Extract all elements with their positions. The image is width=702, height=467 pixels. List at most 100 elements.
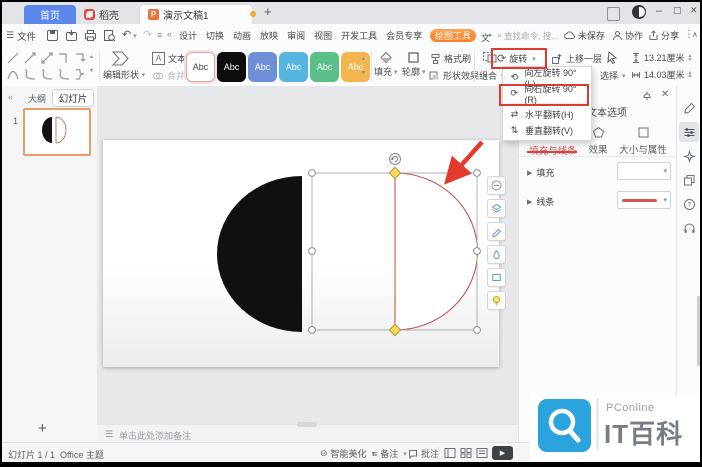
collapse-ribbon-icon[interactable]: ∧ xyxy=(692,30,698,39)
tab-home[interactable]: 首页 xyxy=(24,5,76,24)
tab-slideshow[interactable]: 放映 xyxy=(260,29,278,42)
print-preview-icon[interactable] xyxy=(103,29,116,42)
tab-slides[interactable]: 幻灯片 xyxy=(52,89,94,107)
print-icon[interactable] xyxy=(84,29,97,42)
save-status[interactable]: 未保存 xyxy=(563,28,605,43)
shape-gallery[interactable] xyxy=(5,50,89,88)
collapse-float-button[interactable] xyxy=(487,176,506,195)
slide-thumbnail[interactable] xyxy=(23,108,91,156)
height-field[interactable]: 13.21厘米 ▲▼ xyxy=(631,51,692,64)
file-menu[interactable]: ☰ 文件 xyxy=(6,28,36,43)
notes-bar[interactable]: ☰ 单击此处添加备注 xyxy=(97,424,518,443)
export-icon[interactable] xyxy=(65,29,78,42)
fill-section-header[interactable]: ▶ 填充 xyxy=(527,166,554,179)
pane-selection-button[interactable] xyxy=(679,170,699,190)
edit-shape-button[interactable]: 编辑形状▾ xyxy=(103,50,139,81)
collapse-tabs-icon[interactable]: « xyxy=(167,29,172,39)
save-icon[interactable] xyxy=(46,29,59,42)
collapse-panel-icon[interactable]: « xyxy=(8,92,13,102)
search-input[interactable]: ⌕ 查找命令, 搜... xyxy=(497,28,559,43)
close-button[interactable]: ✕ xyxy=(690,5,698,16)
effects-icon xyxy=(592,126,605,139)
tab-outline[interactable]: 大纲 xyxy=(28,92,46,105)
redo-icon[interactable]: ↷ xyxy=(143,28,152,41)
shape-style-swatch[interactable]: Abc xyxy=(279,52,308,82)
close-pane-icon[interactable]: ✕ xyxy=(661,89,669,100)
shape-style-swatch[interactable]: Abc xyxy=(248,52,277,82)
tab-member[interactable]: 会员专享 xyxy=(386,29,422,42)
style-scroll-down-icon[interactable]: ▾ xyxy=(362,69,365,76)
notes-drag-handle[interactable] xyxy=(297,422,317,427)
outline-button[interactable]: 轮廓▾ xyxy=(402,51,426,78)
tab-view[interactable]: 视图 xyxy=(314,29,332,42)
tab-docer[interactable]: 稻壳 xyxy=(84,5,119,24)
add-slide-button[interactable]: + xyxy=(38,420,47,437)
shape-style-swatch[interactable]: Abc xyxy=(217,52,246,82)
tab-devtools[interactable]: 开发工具 xyxy=(341,29,377,42)
play-slideshow-button[interactable]: ▶ xyxy=(492,446,513,460)
slide-surface[interactable] xyxy=(103,140,499,367)
gallery-scroll-up-icon[interactable]: ▴ xyxy=(90,53,93,60)
pane-tab-size[interactable]: 大小与属性 xyxy=(615,126,671,156)
shape-style-swatch[interactable]: Abc xyxy=(310,52,339,82)
select-button[interactable]: 选择▾ xyxy=(600,69,626,82)
gallery-scroll-down-icon[interactable]: ▾ xyxy=(90,67,93,74)
bring-forward-button[interactable]: 上移一层▾ xyxy=(551,52,611,65)
pane-feedback-button[interactable] xyxy=(679,218,699,238)
fill-color-dropdown[interactable]: ▾ xyxy=(617,162,671,180)
undo-icon[interactable]: ↶▾ xyxy=(122,28,137,41)
editing-canvas[interactable] xyxy=(97,86,518,424)
reading-view-icon[interactable] xyxy=(476,447,488,459)
theme-name[interactable]: Office 主题 xyxy=(60,448,104,461)
fill-format-button[interactable] xyxy=(487,245,506,264)
pane-title[interactable]: 文本选项 xyxy=(587,104,627,119)
minimize-button[interactable]: – xyxy=(656,5,662,17)
notes-toggle-button[interactable]: ≡ 备注▾ xyxy=(372,447,407,460)
group-button[interactable]: 组合▾ xyxy=(479,69,505,82)
normal-view-icon[interactable] xyxy=(444,447,456,459)
message-icon[interactable] xyxy=(607,7,620,21)
style-scroll-up-icon[interactable]: ▴ xyxy=(362,55,365,62)
tab-transition[interactable]: 切换 xyxy=(206,29,224,42)
pane-style-button[interactable] xyxy=(679,98,699,118)
format-painter-button[interactable]: 格式刷 xyxy=(430,52,471,65)
tab-drawing-tools[interactable]: 绘图工具 xyxy=(430,29,476,42)
notes-placeholder[interactable]: 单击此处添加备注 xyxy=(119,429,191,442)
pin-icon[interactable] xyxy=(641,90,653,102)
tabs-overflow-icon[interactable]: ▸ xyxy=(489,31,493,39)
fill-button[interactable]: 填充▾ xyxy=(374,51,398,78)
group-icon[interactable] xyxy=(482,51,498,64)
select-cursor-icon[interactable] xyxy=(605,50,619,64)
more-commands-icon[interactable]: ≡ xyxy=(157,30,162,40)
line-section-header[interactable]: ▶ 线条 xyxy=(527,195,554,208)
recommend-button[interactable] xyxy=(487,291,506,310)
share-button[interactable]: 分享 xyxy=(648,28,679,43)
height-stepper[interactable]: ▲▼ xyxy=(688,54,693,62)
tab-review[interactable]: 审阅 xyxy=(287,29,305,42)
comments-button[interactable]: 批注 xyxy=(408,447,439,460)
tab-document[interactable]: P 演示文稿1 xyxy=(140,5,252,24)
rotate-button[interactable]: ⟳ 旋转▾ xyxy=(497,52,536,65)
tab-design[interactable]: 设计 xyxy=(179,29,197,42)
width-field[interactable]: 14.03厘米 ▲▼ xyxy=(631,68,692,81)
layer-button[interactable] xyxy=(487,199,506,218)
pane-animation-button[interactable] xyxy=(679,146,699,166)
pane-properties-button[interactable] xyxy=(679,122,699,142)
shape-style-swatch[interactable]: Abc xyxy=(341,52,370,82)
edit-points-button[interactable] xyxy=(487,222,506,241)
beautify-button[interactable]: ⊖ 智能美化▾ xyxy=(320,447,375,460)
collaborate-button[interactable]: 协作 xyxy=(612,28,643,43)
menu-item-rotate-right[interactable]: ⟳ 向右旋转 90°(R) xyxy=(503,85,591,101)
menu-item-flip-vertical[interactable]: ⇅ 垂直翻转(V) xyxy=(503,122,591,138)
width-stepper[interactable]: ▲▼ xyxy=(688,71,693,79)
menu-item-flip-horizontal[interactable]: ⇄ 水平翻转(H) xyxy=(503,106,591,122)
shape-format-button[interactable] xyxy=(487,268,506,287)
maximize-button[interactable]: ▢ xyxy=(673,5,682,16)
line-color-dropdown[interactable]: ▾ xyxy=(617,191,671,209)
tab-animation[interactable]: 动画 xyxy=(233,29,251,42)
shape-style-swatch[interactable]: Abc xyxy=(186,52,215,82)
new-tab-button[interactable]: + xyxy=(264,4,272,19)
avatar[interactable] xyxy=(632,5,646,19)
slide-sorter-icon[interactable] xyxy=(460,447,472,459)
pane-help-button[interactable]: ? xyxy=(679,194,699,214)
